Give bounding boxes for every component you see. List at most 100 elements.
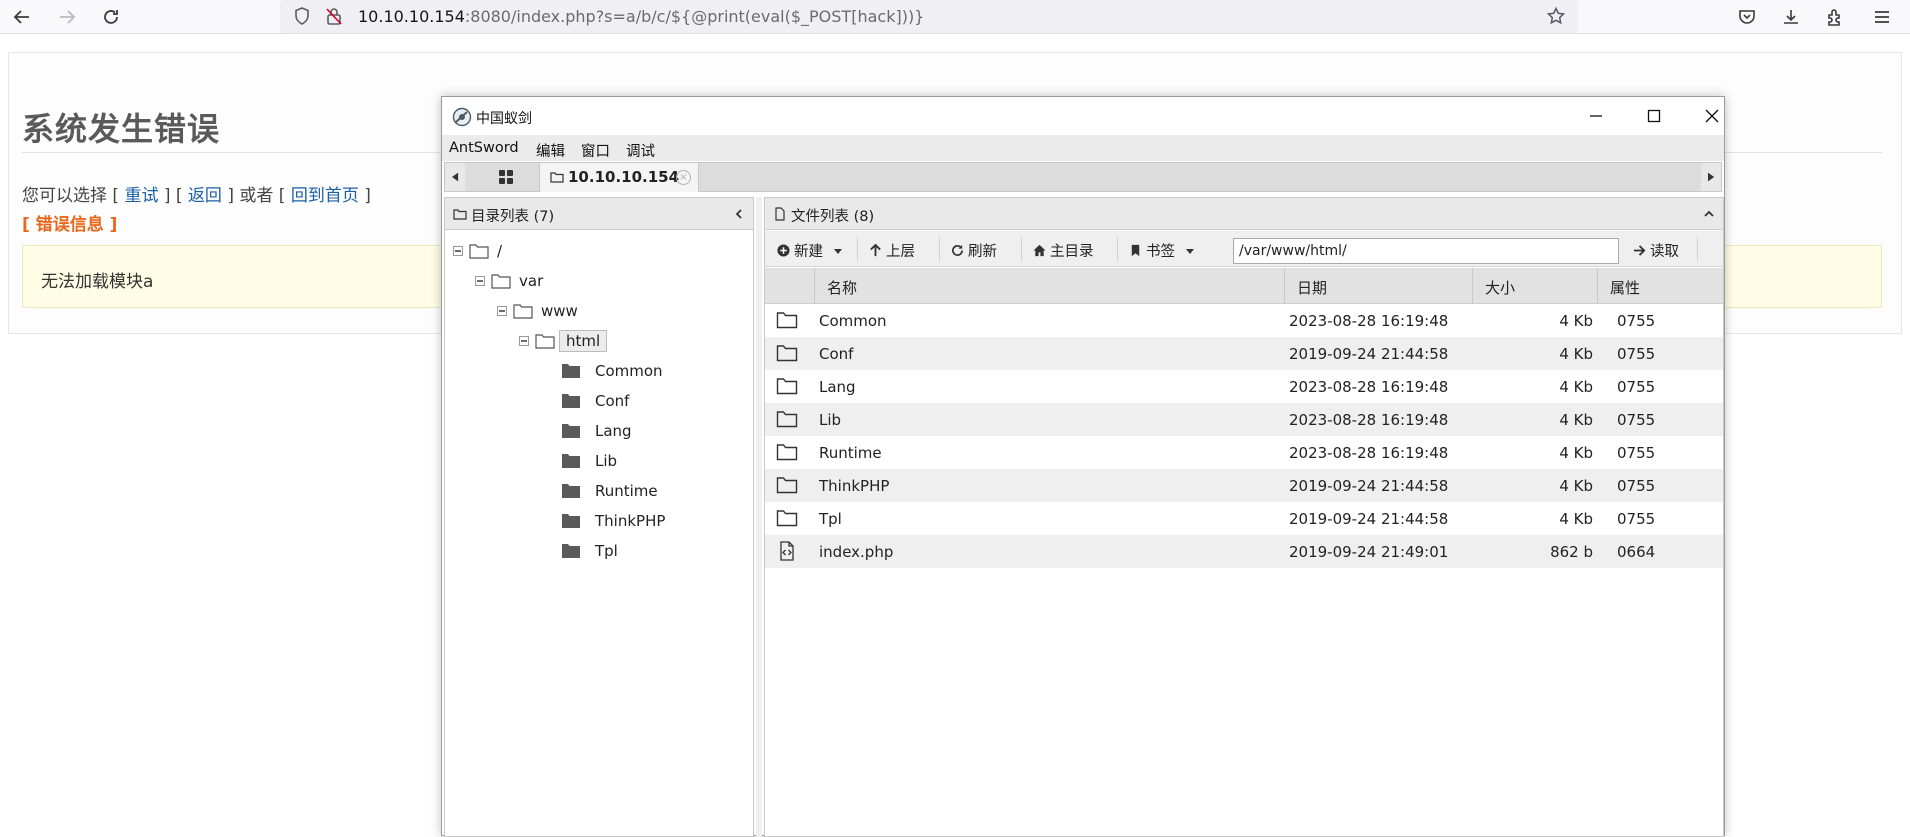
collapse-up-icon[interactable] — [1701, 206, 1717, 222]
folder-open-icon — [513, 304, 533, 319]
downloads-icon[interactable] — [1779, 5, 1803, 29]
caret-down-icon — [834, 248, 842, 254]
folder-filled-icon — [562, 454, 580, 468]
forward-arrow-icon[interactable] — [53, 3, 81, 31]
collapse-left-icon[interactable] — [731, 206, 747, 222]
file-name: Tpl — [819, 510, 842, 528]
tree-collapse-icon[interactable] — [475, 276, 485, 286]
tab-scroll-left-icon[interactable] — [445, 163, 465, 191]
menu-hamburger-icon[interactable] — [1870, 5, 1894, 29]
col-size[interactable]: 大小 — [1473, 268, 1598, 304]
file-date: 2023-08-28 16:19:48 — [1289, 444, 1449, 462]
up-level-button[interactable]: 上层 — [869, 240, 915, 261]
file-size: 4 Kb — [1559, 510, 1593, 528]
extensions-icon[interactable] — [1823, 5, 1847, 29]
file-name: Conf — [819, 345, 854, 363]
tree-label: / — [497, 242, 503, 260]
folder-open-icon — [469, 244, 489, 259]
tab-close-icon[interactable]: × — [676, 170, 691, 185]
tab-scroll-right-icon[interactable] — [1701, 163, 1721, 191]
menu-debug[interactable]: 调试 — [626, 140, 655, 161]
path-input[interactable] — [1233, 238, 1619, 264]
tree-label: Lib — [595, 452, 618, 470]
bookmark-star-icon[interactable] — [1546, 6, 1566, 26]
insecure-lock-icon[interactable] — [324, 6, 344, 26]
read-button[interactable]: 读取 — [1633, 240, 1679, 261]
arrow-right-icon — [1633, 245, 1646, 256]
tab-home-grid-icon[interactable] — [481, 163, 531, 191]
directory-panel-header: 目录列表 (7) — [445, 198, 753, 230]
file-row[interactable]: ThinkPHP 2019-09-24 21:44:58 4 Kb 0755 — [765, 469, 1723, 502]
home-dir-label: 主目录 — [1050, 244, 1094, 260]
arrow-up-icon — [870, 244, 881, 257]
folder-icon — [776, 345, 798, 362]
refresh-button[interactable]: 刷新 — [951, 240, 997, 261]
browser-toolbar: 10.10.10.154:8080/index.php?s=a/b/c/${@p… — [0, 0, 1910, 34]
file-name: Lang — [819, 378, 856, 396]
file-name: Lib — [819, 411, 842, 429]
window-titlebar[interactable]: 中国蚁剑 — [442, 97, 1724, 135]
file-perm: 0755 — [1617, 444, 1656, 462]
tree-collapse-icon[interactable] — [497, 306, 507, 316]
folder-icon — [453, 209, 467, 220]
bookmarks-button[interactable]: 书签 — [1129, 240, 1199, 261]
pocket-icon[interactable] — [1735, 5, 1759, 29]
panel-splitter-handle[interactable] — [756, 197, 762, 837]
file-row[interactable]: Common 2023-08-28 16:19:48 4 Kb 0755 — [765, 304, 1723, 337]
url-bar[interactable]: 10.10.10.154:8080/index.php?s=a/b/c/${@p… — [280, 0, 1578, 33]
file-perm: 0755 — [1617, 378, 1656, 396]
tree-label: Runtime — [595, 482, 658, 500]
tree-label-selected: html — [559, 330, 608, 352]
shield-icon[interactable] — [292, 6, 312, 26]
tree-node-child[interactable]: Runtime — [561, 480, 751, 504]
folder-filled-icon — [562, 364, 580, 378]
read-label: 读取 — [1650, 244, 1679, 260]
file-name: Common — [819, 312, 887, 330]
menu-window[interactable]: 窗口 — [581, 140, 610, 161]
tree-collapse-icon[interactable] — [453, 246, 463, 256]
retry-link[interactable]: 重试 — [124, 186, 158, 206]
file-date: 2023-08-28 16:19:48 — [1289, 312, 1449, 330]
tree-collapse-icon[interactable] — [519, 336, 529, 346]
tree-node-html[interactable]: html — [519, 330, 749, 354]
close-icon[interactable] — [1690, 101, 1734, 131]
back-arrow-icon[interactable] — [8, 3, 36, 31]
file-row[interactable]: Runtime 2023-08-28 16:19:48 4 Kb 0755 — [765, 436, 1723, 469]
col-perm[interactable]: 属性 — [1598, 268, 1725, 304]
folder-open-icon — [491, 274, 511, 289]
reload-icon[interactable] — [97, 3, 125, 31]
tree-label: Tpl — [595, 542, 618, 560]
file-size: 4 Kb — [1559, 345, 1593, 363]
tree-node-child[interactable]: Lib — [561, 450, 751, 474]
file-row[interactable]: Tpl 2019-09-24 21:44:58 4 Kb 0755 — [765, 502, 1723, 535]
col-name[interactable]: 名称 — [815, 268, 1285, 304]
file-row[interactable]: Lib 2023-08-28 16:19:48 4 Kb 0755 — [765, 403, 1723, 436]
col-date[interactable]: 日期 — [1285, 268, 1473, 304]
file-date: 2019-09-24 21:44:58 — [1289, 345, 1449, 363]
menu-antsword[interactable]: AntSword — [449, 140, 519, 156]
menu-edit[interactable]: 编辑 — [536, 140, 565, 161]
tab-shell-connection[interactable]: 10.10.10.154 × — [539, 163, 699, 192]
tree-node-child[interactable]: ThinkPHP — [561, 510, 751, 534]
tree-node-www[interactable]: www — [497, 300, 747, 324]
new-button[interactable]: 新建 — [777, 240, 847, 261]
file-perm: 0755 — [1617, 411, 1656, 429]
back-link[interactable]: 返回 — [188, 186, 222, 206]
file-row[interactable]: Lang 2023-08-28 16:19:48 4 Kb 0755 — [765, 370, 1723, 403]
tree-node-child[interactable]: Common — [561, 360, 751, 384]
home-dir-button[interactable]: 主目录 — [1033, 240, 1094, 261]
tree-node-child[interactable]: Tpl — [561, 540, 751, 564]
maximize-icon[interactable] — [1632, 101, 1676, 131]
file-row[interactable]: Conf 2019-09-24 21:44:58 4 Kb 0755 — [765, 337, 1723, 370]
url-text[interactable]: 10.10.10.154:8080/index.php?s=a/b/c/${@p… — [358, 7, 924, 26]
code-file-icon — [780, 541, 794, 561]
file-date: 2019-09-24 21:49:01 — [1289, 543, 1449, 561]
tree-node-child[interactable]: Lang — [561, 420, 751, 444]
home-link[interactable]: 回到首页 — [291, 186, 359, 206]
file-row[interactable]: index.php 2019-09-24 21:49:01 862 b 0664 — [765, 535, 1723, 568]
minimize-icon[interactable] — [1574, 101, 1618, 131]
tree-node-root[interactable]: / — [453, 240, 743, 264]
tree-node-var[interactable]: var — [475, 270, 745, 294]
file-size: 4 Kb — [1559, 378, 1593, 396]
tree-node-child[interactable]: Conf — [561, 390, 751, 414]
